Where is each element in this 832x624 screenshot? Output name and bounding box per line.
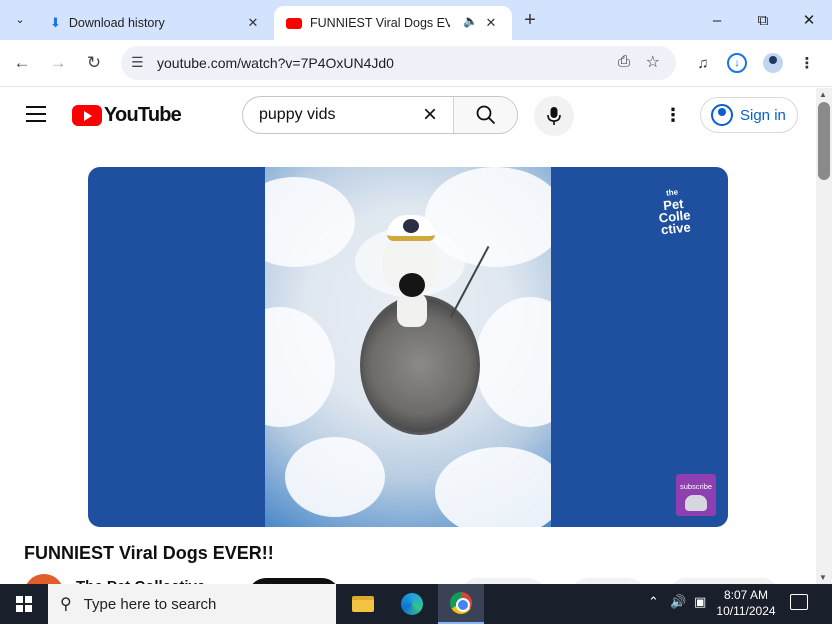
tab-title: Download history <box>68 16 165 30</box>
tab-search-button[interactable]: ⌄ <box>8 7 32 31</box>
pet-collective-logo: the Pet Colle ctive <box>657 187 692 238</box>
microphone-icon <box>547 107 561 125</box>
account-icon <box>711 104 733 126</box>
subscribe-overlay-label: subscribe <box>679 482 713 491</box>
start-button[interactable] <box>0 584 48 624</box>
tab-strip: ⌄ ⬇ Download history ✕ FUNNIEST Viral Do… <box>0 0 832 40</box>
youtube-play-icon <box>72 105 102 126</box>
youtube-wordmark: YouTube <box>104 104 182 126</box>
search-input[interactable]: puppy vids <box>259 106 336 124</box>
search-icon <box>476 105 495 125</box>
back-arrow-icon: ← <box>13 53 31 72</box>
chevron-down-icon: ⌄ <box>15 13 25 26</box>
close-icon: ✕ <box>802 12 816 29</box>
kebab-icon[interactable]: ⋮ <box>794 50 820 76</box>
hamburger-menu-icon[interactable] <box>26 106 46 122</box>
browser-toolbar: ← → ↻ ☰ youtube.com/watch?v=7P4OxUN4Jd0 … <box>0 40 832 87</box>
network-icon[interactable]: ▣ <box>694 594 706 610</box>
clear-search-icon[interactable]: × <box>423 101 437 129</box>
address-bar[interactable]: ☰ youtube.com/watch?v=7P4OxUN4Jd0 ⎙ ☆ <box>121 46 676 80</box>
profile-icon[interactable] <box>760 50 786 76</box>
tab-title: FUNNIEST Viral Dogs EVER!! <box>310 16 450 30</box>
taskbar-search[interactable]: ⚲ Type here to search <box>48 584 336 624</box>
minimize-button[interactable]: – <box>694 0 740 40</box>
plus-icon: + <box>524 8 536 31</box>
search-box[interactable]: puppy vids × <box>242 96 518 134</box>
show-hidden-icons-icon[interactable]: ⌃ <box>648 594 659 610</box>
cat-icon <box>685 495 707 511</box>
tab-download-history[interactable]: ⬇ Download history ✕ <box>38 6 274 40</box>
settings-kebab-icon[interactable]: ⋮ <box>664 104 682 128</box>
star-icon[interactable]: ☆ <box>646 52 660 72</box>
date: 10/11/2024 <box>716 604 776 618</box>
back-button[interactable]: ← <box>8 49 36 77</box>
volume-icon[interactable]: 🔊 <box>670 594 686 610</box>
file-explorer-icon[interactable] <box>340 584 386 624</box>
restore-button[interactable]: ⧉ <box>740 0 786 40</box>
scroll-up-icon[interactable]: ▲ <box>819 90 827 99</box>
forward-button[interactable]: → <box>44 49 72 77</box>
install-app-icon[interactable]: ⎙ <box>618 53 630 70</box>
reload-icon: ↻ <box>86 53 102 72</box>
taskbar-search-placeholder: Type here to search <box>83 595 217 613</box>
forward-arrow-icon: → <box>49 53 67 72</box>
subscribe-overlay[interactable]: subscribe <box>676 474 716 516</box>
video-frame <box>265 167 551 527</box>
scrollbar-thumb[interactable] <box>818 102 830 180</box>
tab-youtube-video[interactable]: FUNNIEST Viral Dogs EVER!! 🔈 ✕ <box>274 6 512 40</box>
dog-with-captain-hat <box>383 215 439 327</box>
youtube-icon <box>286 17 302 29</box>
download-icon: ⬇ <box>50 15 61 30</box>
windows-taskbar: ⚲ Type here to search ⌃ 🔊 ▣ 8:07 AM 10/1… <box>0 584 832 624</box>
youtube-logo[interactable]: YouTube <box>72 104 182 127</box>
close-window-button[interactable]: ✕ <box>786 0 832 40</box>
download-circle-icon[interactable]: ↓ <box>724 50 750 76</box>
close-tab-icon[interactable]: ✕ <box>482 14 500 32</box>
restore-icon: ⧉ <box>757 11 769 29</box>
time: 8:07 AM <box>723 588 769 602</box>
edge-icon[interactable] <box>389 584 435 624</box>
url-text[interactable]: youtube.com/watch?v=7P4OxUN4Jd0 <box>157 55 394 71</box>
clock[interactable]: 8:07 AM 10/11/2024 <box>712 587 780 619</box>
new-tab-button[interactable]: + <box>518 8 542 32</box>
notification-icon[interactable] <box>790 594 808 610</box>
reload-button[interactable]: ↻ <box>80 49 108 77</box>
minimize-icon: – <box>712 11 722 29</box>
search-icon: ⚲ <box>60 596 72 613</box>
page-scrollbar[interactable]: ▲ ▼ <box>816 88 832 584</box>
close-tab-icon[interactable]: ✕ <box>244 14 262 32</box>
sign-in-label: Sign in <box>740 106 786 124</box>
video-player[interactable]: the Pet Colle ctive subscribe <box>88 167 728 527</box>
chrome-icon[interactable] <box>438 584 484 624</box>
windows-logo-icon <box>16 596 32 612</box>
speaker-icon[interactable]: 🔈 <box>463 14 478 28</box>
media-control-icon[interactable]: ♫ <box>690 50 716 76</box>
youtube-header: YouTube puppy vids × ⋮ Sign in <box>0 88 816 144</box>
sign-in-button[interactable]: Sign in <box>700 97 798 133</box>
scroll-down-icon[interactable]: ▼ <box>819 573 827 582</box>
tune-icon[interactable]: ☰ <box>131 54 144 71</box>
search-button[interactable] <box>453 97 517 133</box>
voice-search-button[interactable] <box>534 96 574 136</box>
video-title: FUNNIEST Viral Dogs EVER!! <box>24 543 274 563</box>
